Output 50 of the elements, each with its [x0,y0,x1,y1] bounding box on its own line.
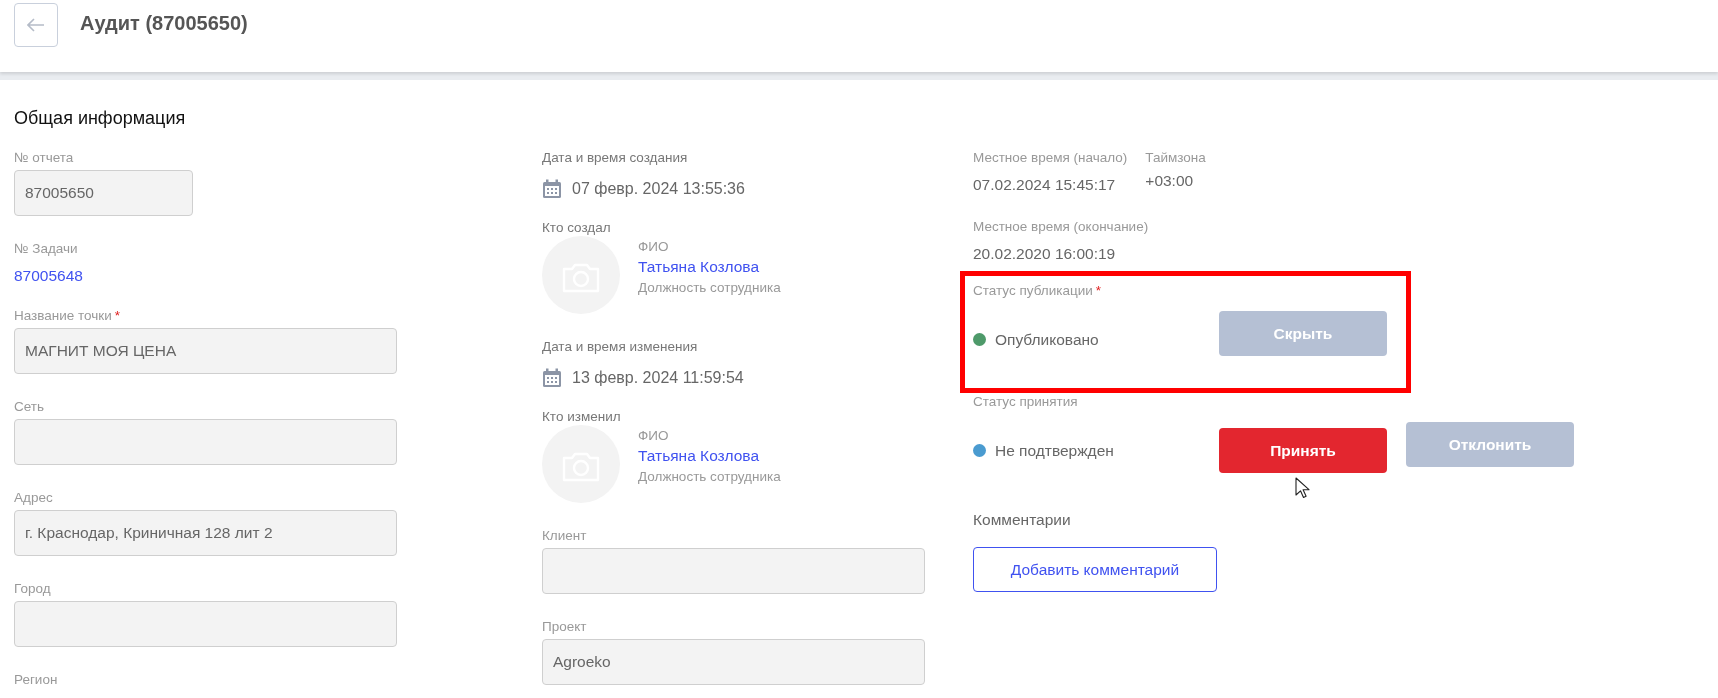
field-label: № отчета [14,149,75,166]
fio-label: ФИО [638,238,670,256]
accept-button[interactable]: Принять [1219,428,1387,473]
field-label: Регион [14,671,59,688]
field-label: Таймзона [1145,149,1206,166]
date-value: 13 февр. 2024 11:59:54 [572,369,744,387]
person-name-link[interactable]: Татьяна Козлова [638,256,781,278]
calendar-icon [542,179,562,199]
input-field[interactable]: 87005650 [14,170,193,216]
add-comment-button[interactable]: Добавить комментарий [973,547,1217,592]
section-title: Общая информация [14,108,187,129]
required-mark: * [1095,283,1101,298]
field-label: Сеть [14,398,46,415]
input-field[interactable]: г. Краснодар, Криничная 128 лит 2 [14,510,397,556]
field-label: Город [14,580,52,597]
back-button[interactable] [14,3,58,47]
field-label: Местное время (окончание) [973,218,1150,235]
field-label: Дата и время создания [542,149,689,166]
input-field[interactable]: Agroeko [542,639,925,685]
input-field[interactable] [542,548,925,594]
back-arrow-icon [27,18,45,32]
status-text: Не подтвержден [995,441,1114,460]
position-text: Должность сотрудника [638,468,781,486]
time-value: +03:00 [1145,172,1195,190]
field-label: Местное время (начало) [973,149,1128,166]
date-value: 07 февр. 2024 13:55:36 [572,180,745,198]
page-title: Аудит (87005650) [80,11,248,35]
field-label: Кто создал [542,219,612,236]
input-field[interactable]: МАГНИТ МОЯ ЦЕНА [14,328,397,374]
field-label: Адрес [14,489,54,506]
position-text: Должность сотрудника [638,279,781,297]
field-label: Дата и время изменения [542,338,699,355]
fio-label: ФИО [638,427,670,445]
field-label: Проект [542,618,588,635]
field-label: Статус публикации * [973,282,1102,299]
required-mark: * [114,308,121,323]
person-name-link[interactable]: Татьяна Козлова [638,445,781,467]
calendar-icon [542,368,562,388]
input-field[interactable] [14,419,397,465]
task-link[interactable]: 87005648 [14,267,397,285]
comments-title: Комментарии [973,511,1072,529]
field-label: № Задачи [14,240,79,257]
input-field[interactable] [14,601,397,647]
field-label: Статус принятия [973,393,1079,410]
field-label: Кто изменил [542,408,622,425]
field-label: Название точки * [14,307,122,324]
time-value: 07.02.2024 15:45:17 [973,176,1117,194]
field-label: Клиент [542,527,588,544]
status-text: Опубликовано [995,330,1099,349]
time-value: 20.02.2020 16:00:19 [973,245,1117,263]
